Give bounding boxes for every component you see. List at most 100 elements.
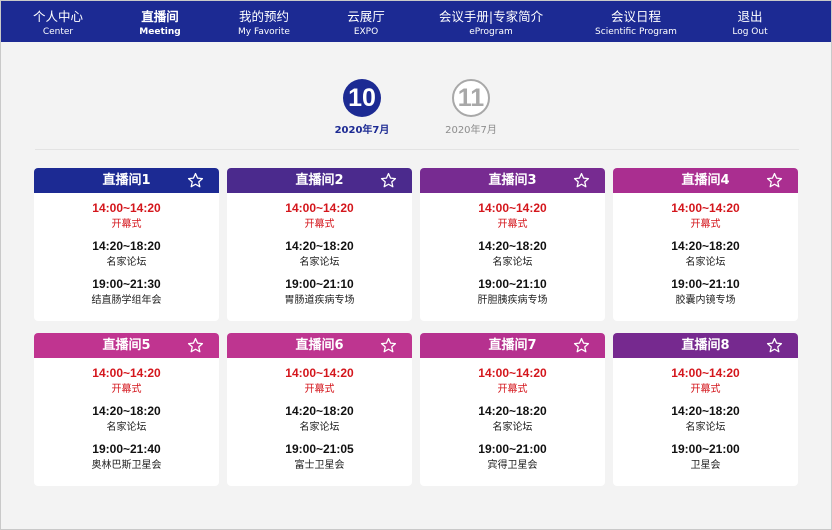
session-item[interactable]: 14:00~14:20 开幕式: [613, 366, 798, 396]
nav-expo-label: 云展厅: [347, 9, 385, 24]
session-item[interactable]: 14:20~18:20 名家论坛: [34, 404, 219, 434]
session-item[interactable]: 14:00~14:20 开幕式: [227, 201, 412, 231]
room-header[interactable]: 直播间5: [34, 333, 219, 358]
session-time: 19:00~21:10: [478, 277, 547, 291]
session-item[interactable]: 14:20~18:20 名家论坛: [613, 239, 798, 269]
room-header[interactable]: 直播间8: [613, 333, 798, 358]
session-time: 14:00~14:20: [671, 366, 740, 380]
star-icon[interactable]: [573, 172, 590, 189]
session-name: 名家论坛: [685, 422, 726, 433]
nav-my-favorite-sublabel: My Favorite: [238, 27, 290, 37]
session-name: 开幕式: [111, 219, 142, 230]
session-name: 开幕式: [690, 384, 721, 395]
room-header[interactable]: 直播间4: [613, 168, 798, 193]
nav-center[interactable]: 个人中心 Center: [15, 1, 101, 42]
room-card: 直播间1 14:00~14:20 开幕式 14:20~18:20 名家论坛 19:00~2…: [34, 168, 219, 321]
star-icon[interactable]: [573, 337, 590, 354]
session-time: 14:20~18:20: [285, 239, 354, 253]
session-name: 开幕式: [690, 219, 721, 230]
nav-center-sublabel: Center: [42, 27, 74, 37]
room-card: 直播间7 14:00~14:20 开幕式 14:20~18:20 名家论坛 19:00~2…: [420, 333, 605, 486]
session-time: 14:20~18:20: [478, 239, 547, 253]
session-name: 肝胆胰疾病专场: [477, 295, 548, 306]
session-item[interactable]: 14:00~14:20 开幕式: [420, 201, 605, 231]
room-header[interactable]: 直播间1: [34, 168, 219, 193]
room-card: 直播间8 14:00~14:20 开幕式 14:20~18:20 名家论坛 19:00~2…: [613, 333, 798, 486]
session-name: 名家论坛: [299, 257, 340, 268]
session-item[interactable]: 14:00~14:20 开幕式: [420, 366, 605, 396]
session-name: 结直肠学组年会: [91, 295, 162, 306]
room-card: 直播间3 14:00~14:20 开幕式 14:20~18:20 名家论坛 19:00~2…: [420, 168, 605, 321]
session-time: 14:00~14:20: [92, 201, 161, 215]
session-time: 14:00~14:20: [285, 366, 354, 380]
session-name: 名家论坛: [299, 422, 340, 433]
session-time: 14:20~18:20: [478, 404, 547, 418]
nav-meeting-sublabel: Meeting: [139, 27, 181, 37]
session-item[interactable]: 19:00~21:10 肝胆胰疾病专场: [420, 277, 605, 307]
date-tab-10[interactable]: 10 2020年7月: [317, 79, 407, 141]
star-icon[interactable]: [187, 172, 204, 189]
session-time: 14:20~18:20: [285, 404, 354, 418]
session-item[interactable]: 19:00~21:00 宾得卫星会: [420, 442, 605, 472]
session-time: 14:00~14:20: [285, 201, 354, 215]
session-time: 19:00~21:00: [671, 442, 740, 456]
session-time: 14:00~14:20: [671, 201, 740, 215]
session-item[interactable]: 19:00~21:10 胃肠道疾病专场: [227, 277, 412, 307]
star-icon[interactable]: [380, 172, 397, 189]
session-item[interactable]: 14:20~18:20 名家论坛: [34, 239, 219, 269]
section-divider: [35, 149, 799, 150]
session-item[interactable]: 14:00~14:20 开幕式: [613, 201, 798, 231]
nav-eprogram-sublabel: eProgram: [469, 27, 513, 37]
session-time: 14:20~18:20: [671, 239, 740, 253]
session-time: 14:20~18:20: [92, 239, 161, 253]
session-item[interactable]: 14:00~14:20 开幕式: [34, 201, 219, 231]
star-icon[interactable]: [766, 172, 783, 189]
session-item[interactable]: 14:20~18:20 名家论坛: [420, 404, 605, 434]
session-item[interactable]: 14:20~18:20 名家论坛: [613, 404, 798, 434]
session-name: 开幕式: [497, 219, 528, 230]
nav-scientific-program[interactable]: 会议日程 Scientific Program: [586, 1, 686, 42]
room-header[interactable]: 直播间7: [420, 333, 605, 358]
session-item[interactable]: 14:20~18:20 名家论坛: [420, 239, 605, 269]
session-name: 名家论坛: [106, 257, 147, 268]
room-header[interactable]: 直播间6: [227, 333, 412, 358]
date-tab-11[interactable]: 11 2020年7月: [426, 79, 516, 141]
date-month-label: 2020年7月: [445, 125, 497, 136]
nav-eprogram[interactable]: 会议手册|专家简介 eProgram: [431, 1, 551, 42]
top-nav: 个人中心 Center 直播间 Meeting 我的预约 My Favorite…: [1, 1, 831, 42]
session-time: 19:00~21:10: [285, 277, 354, 291]
session-item[interactable]: 14:20~18:20 名家论坛: [227, 404, 412, 434]
session-item[interactable]: 14:20~18:20 名家论坛: [227, 239, 412, 269]
date-day-badge: 11: [452, 79, 490, 117]
room-card: 直播间5 14:00~14:20 开幕式 14:20~18:20 名家论坛 19:00~2…: [34, 333, 219, 486]
session-item[interactable]: 19:00~21:10 胶囊内镜专场: [613, 277, 798, 307]
room-header[interactable]: 直播间3: [420, 168, 605, 193]
session-name: 开幕式: [111, 384, 142, 395]
session-name: 胃肠道疾病专场: [284, 295, 355, 306]
room-card: 直播间2 14:00~14:20 开幕式 14:20~18:20 名家论坛 19:00~2…: [227, 168, 412, 321]
session-item[interactable]: 19:00~21:40 奥林巴斯卫星会: [34, 442, 219, 472]
star-icon[interactable]: [766, 337, 783, 354]
nav-log-out[interactable]: 退出 Log Out: [712, 1, 788, 42]
nav-my-favorite[interactable]: 我的预约 My Favorite: [221, 1, 307, 42]
room-header[interactable]: 直播间2: [227, 168, 412, 193]
session-item[interactable]: 19:00~21:05 富士卫星会: [227, 442, 412, 472]
session-item[interactable]: 19:00~21:30 结直肠学组年会: [34, 277, 219, 307]
session-name: 名家论坛: [492, 422, 533, 433]
session-item[interactable]: 14:00~14:20 开幕式: [34, 366, 219, 396]
nav-meeting[interactable]: 直播间 Meeting: [117, 1, 203, 42]
session-item[interactable]: 19:00~21:00 卫星会: [613, 442, 798, 472]
nav-my-favorite-label: 我的预约: [238, 9, 289, 24]
nav-scientific-program-label: 会议日程: [610, 9, 661, 24]
nav-center-label: 个人中心: [32, 9, 83, 24]
room-card: 直播间4 14:00~14:20 开幕式 14:20~18:20 名家论坛 19:00~2…: [613, 168, 798, 321]
star-icon[interactable]: [187, 337, 204, 354]
session-time: 19:00~21:00: [478, 442, 547, 456]
session-name: 开幕式: [497, 384, 528, 395]
session-item[interactable]: 14:00~14:20 开幕式: [227, 366, 412, 396]
nav-expo[interactable]: 云展厅 EXPO: [323, 1, 409, 42]
session-name: 开幕式: [304, 219, 335, 230]
session-time: 14:20~18:20: [671, 404, 740, 418]
date-day-badge: 10: [343, 79, 381, 117]
star-icon[interactable]: [380, 337, 397, 354]
